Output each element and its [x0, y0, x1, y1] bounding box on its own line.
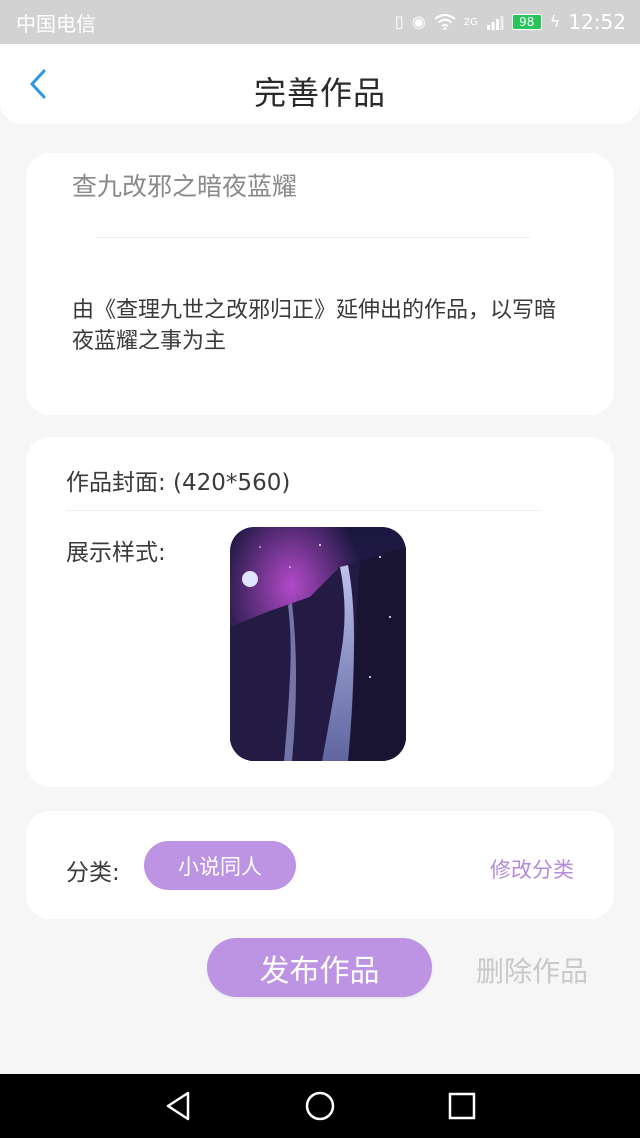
edit-category-link[interactable]: 修改分类 [490, 854, 574, 884]
page-title: 完善作品 [253, 74, 386, 112]
display-style-label: 展示样式: [66, 540, 166, 566]
work-description-field[interactable]: 由《查理九世之改邪归正》延伸出的作品，以写暗夜蓝耀之事为主 [72, 295, 572, 357]
divider [66, 510, 540, 511]
category-card: 分类: 小说同人 修改分类 [26, 811, 614, 919]
signal-icon [486, 16, 504, 30]
work-info-card: 查九改邪之暗夜蓝耀 由《查理九世之改邪归正》延伸出的作品，以写暗夜蓝耀之事为主 [26, 153, 614, 415]
circle-home-icon [305, 1091, 335, 1121]
delete-button[interactable]: 删除作品 [476, 950, 588, 990]
nav-back-button[interactable] [160, 1088, 200, 1124]
work-title-field[interactable]: 查九改邪之暗夜蓝耀 [72, 167, 297, 203]
status-icons: ▯ ◉ 2G 98 ϟ 12:52 [395, 10, 626, 34]
battery-level: 98 [511, 14, 542, 30]
divider [96, 237, 530, 238]
carrier-name: 中国电信 [16, 11, 96, 36]
triangle-back-icon [166, 1091, 190, 1121]
publish-button[interactable]: 发布作品 [207, 938, 432, 997]
cover-card: 作品封面: (420*560) 展示样式: [26, 437, 614, 787]
eye-icon: ◉ [411, 12, 426, 31]
cover-artwork [230, 527, 406, 761]
vibrate-icon: ▯ [394, 12, 404, 31]
nav-recents-button[interactable] [442, 1088, 482, 1124]
cover-label: 作品封面: (420*560) [66, 470, 291, 496]
app-header: 完善作品 [0, 44, 640, 124]
system-nav-bar [0, 1074, 640, 1138]
status-time: 12:52 [568, 10, 626, 34]
status-bar: 中国电信 ▯ ◉ 2G 98 ϟ 12:52 [0, 0, 640, 44]
network-type: 2G [463, 17, 478, 28]
nav-home-button[interactable] [300, 1088, 340, 1124]
category-chip: 小说同人 [144, 841, 296, 890]
cover-image[interactable] [230, 527, 406, 761]
wifi-icon [434, 14, 456, 30]
square-recents-icon [448, 1092, 476, 1120]
category-label: 分类: [66, 860, 120, 886]
charging-icon: ϟ [549, 12, 561, 31]
